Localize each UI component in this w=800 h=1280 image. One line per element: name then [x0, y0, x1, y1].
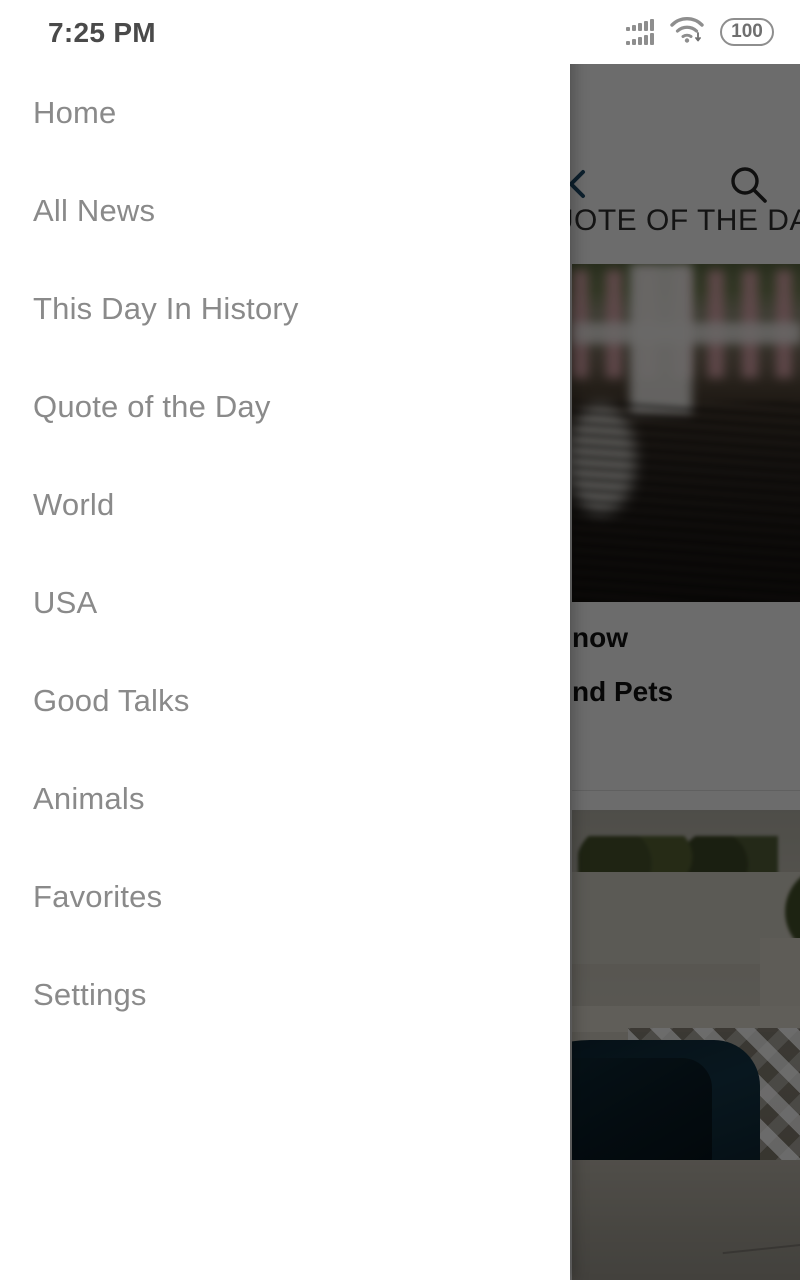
sidebar-item-all-news[interactable]: All News: [0, 162, 570, 260]
sidebar-item-label: World: [33, 487, 115, 522]
battery-level-label: 100: [731, 21, 763, 42]
search-icon[interactable]: [726, 162, 772, 208]
sidebar-item-good-talks[interactable]: Good Talks: [0, 652, 570, 750]
article-image: [572, 810, 800, 1280]
sidebar-item-usa[interactable]: USA: [0, 554, 570, 652]
sidebar-item-label: Good Talks: [33, 683, 190, 718]
article-card[interactable]: now nd Pets: [572, 264, 800, 710]
article-title-line1: now: [572, 622, 628, 653]
status-time: 7:25 PM: [48, 17, 156, 48]
article-image: [572, 264, 800, 602]
signal-bars-icon: [626, 19, 654, 45]
drawer-menu-list: Home All News This Day In History Quote …: [0, 64, 570, 1044]
sidebar-item-label: Animals: [33, 781, 145, 816]
sidebar-item-favorites[interactable]: Favorites: [0, 848, 570, 946]
sidebar-item-label: Home: [33, 95, 117, 130]
sidebar-item-world[interactable]: World: [0, 456, 570, 554]
sidebar-item-animals[interactable]: Animals: [0, 750, 570, 848]
sidebar-item-label: Quote of the Day: [33, 389, 271, 424]
sidebar-item-label: Settings: [33, 977, 147, 1012]
sidebar-item-label: All News: [33, 193, 156, 228]
phone-screen: QUOTE OF THE DAY now nd Pets Home All Ne…: [0, 0, 800, 1280]
status-bar: 7:25 PM 100: [0, 0, 800, 64]
sidebar-item-label: USA: [33, 585, 98, 620]
sidebar-item-home[interactable]: Home: [0, 64, 570, 162]
sidebar-item-settings[interactable]: Settings: [0, 946, 570, 1044]
sidebar-item-label: This Day In History: [33, 291, 299, 326]
card-divider: [572, 790, 800, 791]
sidebar-item-quote-of-the-day[interactable]: Quote of the Day: [0, 358, 570, 456]
wifi-icon: [670, 16, 704, 49]
sidebar-item-label: Favorites: [33, 879, 163, 914]
status-icons: 100: [626, 16, 774, 48]
sidebar-item-this-day-in-history[interactable]: This Day In History: [0, 260, 570, 358]
navigation-drawer: Home All News This Day In History Quote …: [0, 0, 570, 1280]
battery-icon: 100: [720, 18, 774, 46]
article-title-line2: nd Pets: [572, 676, 674, 707]
article-card[interactable]: [572, 810, 800, 1280]
